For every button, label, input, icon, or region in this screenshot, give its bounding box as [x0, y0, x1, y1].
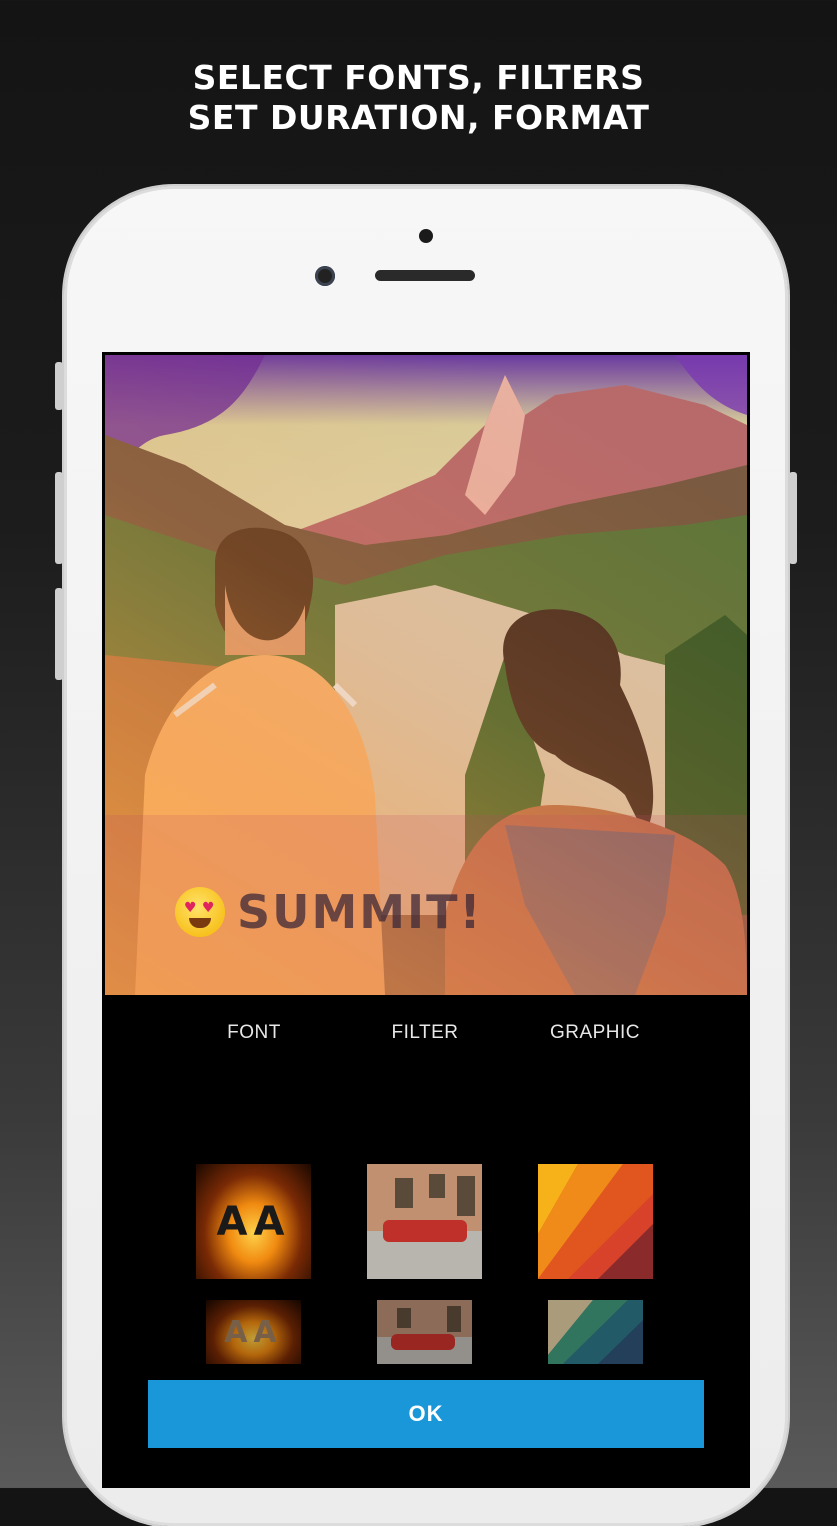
caption-text: SUMMIT! — [237, 885, 483, 939]
graphic-option-thumbnail[interactable] — [538, 1164, 653, 1279]
proximity-sensor — [419, 229, 433, 243]
font-sample-text-2: AA — [224, 1314, 283, 1350]
ok-button[interactable]: OK — [148, 1380, 704, 1448]
font-option-thumbnail-2[interactable]: AA — [206, 1300, 301, 1364]
earpiece-speaker — [375, 270, 475, 281]
headline-line-2: SET DURATION, FORMAT — [187, 98, 650, 137]
caption-overlay[interactable]: ♥ ♥ SUMMIT! — [175, 885, 483, 939]
font-option-thumbnail[interactable]: AA — [196, 1164, 311, 1279]
power-button — [789, 472, 797, 564]
red-car-image — [383, 1220, 467, 1242]
filter-option-thumbnail[interactable] — [367, 1164, 482, 1279]
promo-headline: SELECT FONTS, FILTERS SET DURATION, FORM… — [0, 58, 837, 138]
video-preview[interactable]: ♥ ♥ SUMMIT! — [105, 355, 747, 995]
tab-filter[interactable]: FILTER — [340, 1022, 510, 1044]
heart-eyes-emoji-icon: ♥ ♥ — [175, 887, 225, 937]
tab-graphic[interactable]: GRAPHIC — [510, 1022, 680, 1044]
graphic-option-thumbnail-2[interactable] — [548, 1300, 643, 1364]
volume-down-button — [55, 588, 63, 680]
app-screen: ♥ ♥ SUMMIT! FONT FILTER GRAPHIC AA AA OK — [102, 352, 750, 1488]
mute-switch — [55, 362, 63, 410]
headline-line-1: SELECT FONTS, FILTERS — [192, 58, 645, 97]
front-camera-icon — [315, 266, 335, 286]
edit-tabs: FONT FILTER GRAPHIC — [102, 1022, 750, 1052]
filter-option-thumbnail-2[interactable] — [377, 1300, 472, 1364]
volume-up-button — [55, 472, 63, 564]
font-sample-text: AA — [216, 1198, 291, 1245]
red-car-image-2 — [391, 1334, 455, 1350]
tab-font[interactable]: FONT — [169, 1022, 339, 1044]
